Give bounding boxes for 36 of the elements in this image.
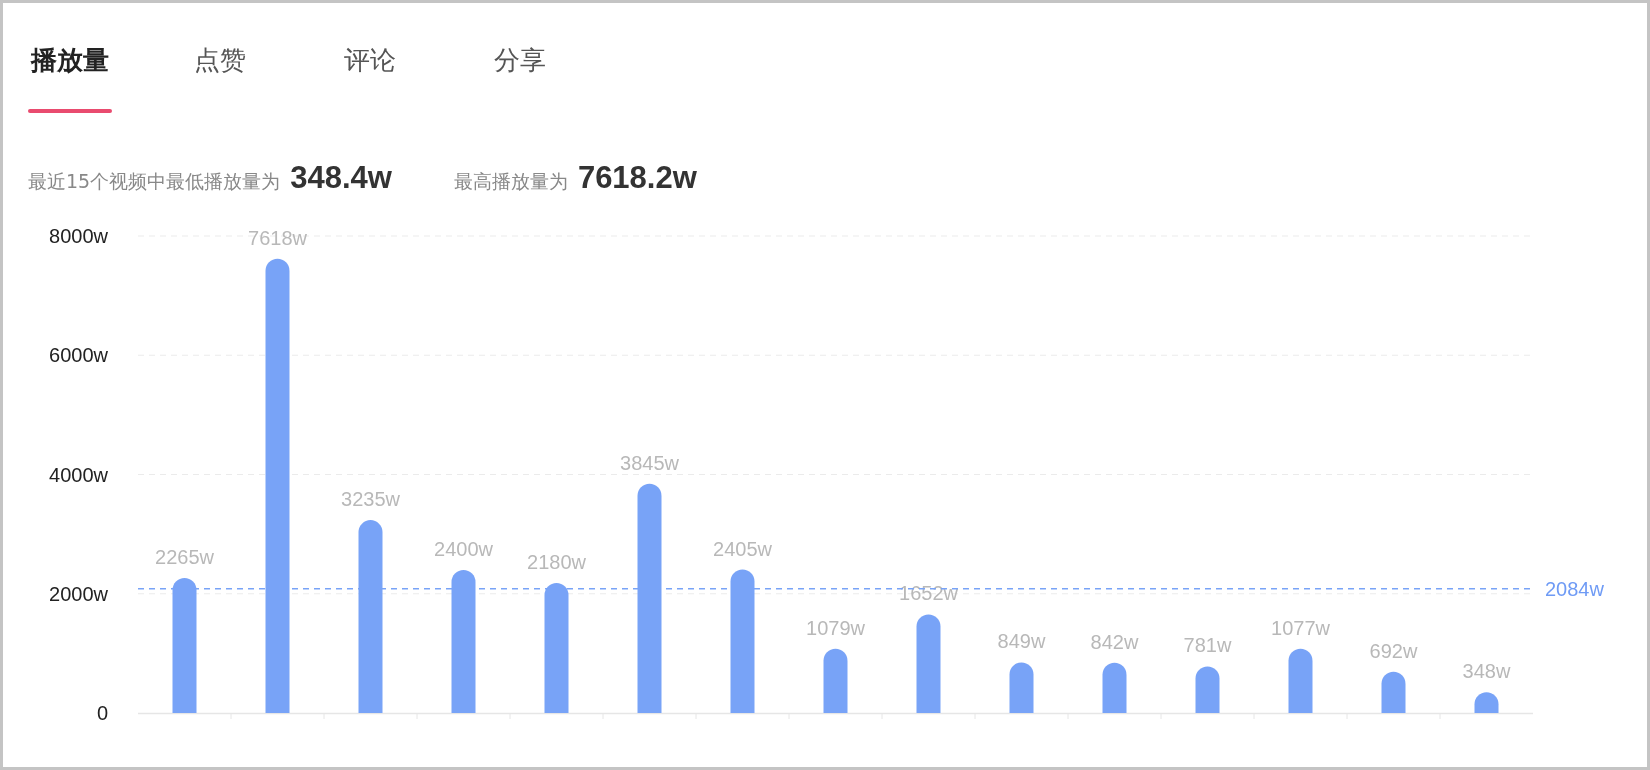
y-axis-label: 0 (96, 701, 108, 724)
bar-value-label: 692w (1369, 639, 1418, 662)
bar-value-label: 7618w (248, 226, 307, 249)
bar (823, 648, 848, 713)
bar-value-label: 3845w (620, 451, 679, 474)
tab[interactable]: 点赞 (178, 41, 262, 113)
bar-value-label: 2400w (434, 537, 493, 560)
y-axis-label: 8000w (49, 224, 108, 247)
bar-value-label: 2180w (527, 550, 586, 573)
max-views-label: 最高播放量为 (453, 169, 568, 194)
y-axis-label: 4000w (49, 463, 108, 485)
y-axis-label: 2000w (49, 582, 108, 605)
bar-value-label: 2265w (155, 545, 214, 568)
bar-value-label: 3235w (341, 487, 400, 510)
min-views-label: 最近15个视频中最低播放量为 (28, 169, 281, 194)
y-axis-label: 6000w (49, 343, 108, 366)
max-views-value: 7618.2w (577, 159, 697, 197)
bar (1288, 648, 1313, 713)
bar-value-label: 849w (997, 629, 1046, 652)
bar (1474, 691, 1499, 713)
tab[interactable]: 播放量 (28, 41, 112, 113)
bar-value-label: 842w (1090, 630, 1139, 653)
tab[interactable]: 评论 (328, 41, 412, 113)
bar-value-label: 348w (1462, 659, 1511, 682)
bar-value-label: 2405w (713, 537, 772, 560)
min-views-value: 348.4w (290, 159, 392, 197)
bar-value-label: 781w (1183, 633, 1232, 656)
bar (1102, 662, 1127, 713)
bar (1009, 661, 1034, 713)
bar (1381, 671, 1406, 713)
bar-value-label: 1079w (806, 616, 865, 639)
tab[interactable]: 分享 (478, 41, 562, 113)
bar (1195, 665, 1220, 713)
bar-value-label: 1077w (1271, 616, 1330, 639)
average-value-label: 2084w (1545, 577, 1604, 600)
bar-value-label: 1652w (899, 582, 958, 604)
